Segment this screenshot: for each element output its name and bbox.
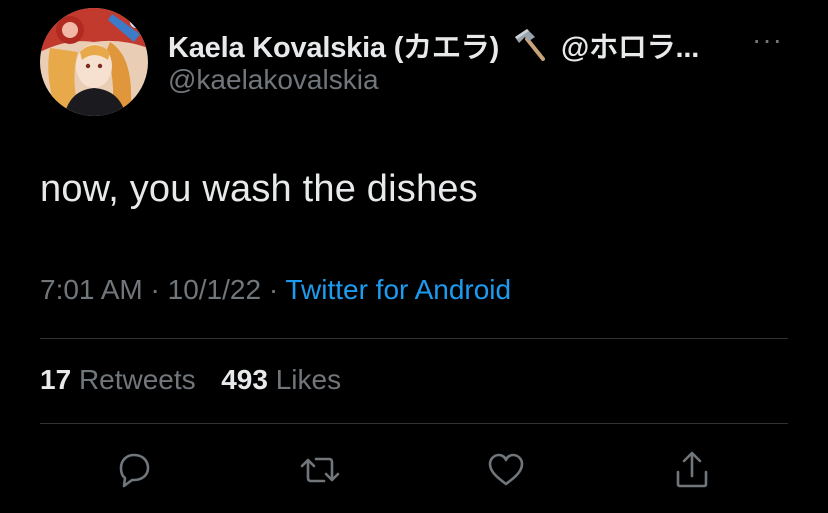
share-icon [676,451,708,488]
tweet-source-link[interactable]: Twitter for Android [285,274,511,305]
retweet-button[interactable] [298,448,342,492]
action-bar [0,448,828,492]
likes-count: 493 [221,364,268,395]
tweet-date[interactable]: 10/1/22 [168,274,261,305]
tweet-stats: 17 Retweets 493 Likes [40,364,341,396]
like-icon [488,453,524,486]
reply-icon [119,453,150,488]
tweet-text: now, you wash the dishes [40,168,478,210]
author-display-name[interactable]: Kaela Kovalskia (カエラ) [168,24,499,66]
tweet-meta: 7:01 AM · 10/1/22 · Twitter for Android [40,274,511,306]
share-button[interactable] [670,448,714,492]
hammer-icon [509,27,549,63]
tweet-time[interactable]: 7:01 AM [40,274,143,305]
divider [40,338,788,339]
retweets-count: 17 [40,364,72,395]
avatar-image [40,8,148,116]
likes-stat[interactable]: 493 Likes [221,364,341,395]
more-options-icon[interactable]: ··· [752,24,783,56]
author-name-row[interactable]: Kaela Kovalskia (カエラ) @ホロラ... [168,24,699,66]
retweets-label: Retweets [78,364,196,395]
author-handle[interactable]: @kaelakovalskia [168,64,379,96]
likes-label: Likes [275,364,342,395]
retweets-stat[interactable]: 17 Retweets [40,364,203,395]
retweet-icon [300,457,340,483]
author-name-suffix: @ホロラ... [561,32,700,64]
divider [40,423,788,424]
meta-separator: · [268,274,279,305]
meta-separator: · [150,274,160,305]
reply-button[interactable] [112,448,156,492]
avatar[interactable] [40,8,148,116]
like-button[interactable] [484,448,528,492]
